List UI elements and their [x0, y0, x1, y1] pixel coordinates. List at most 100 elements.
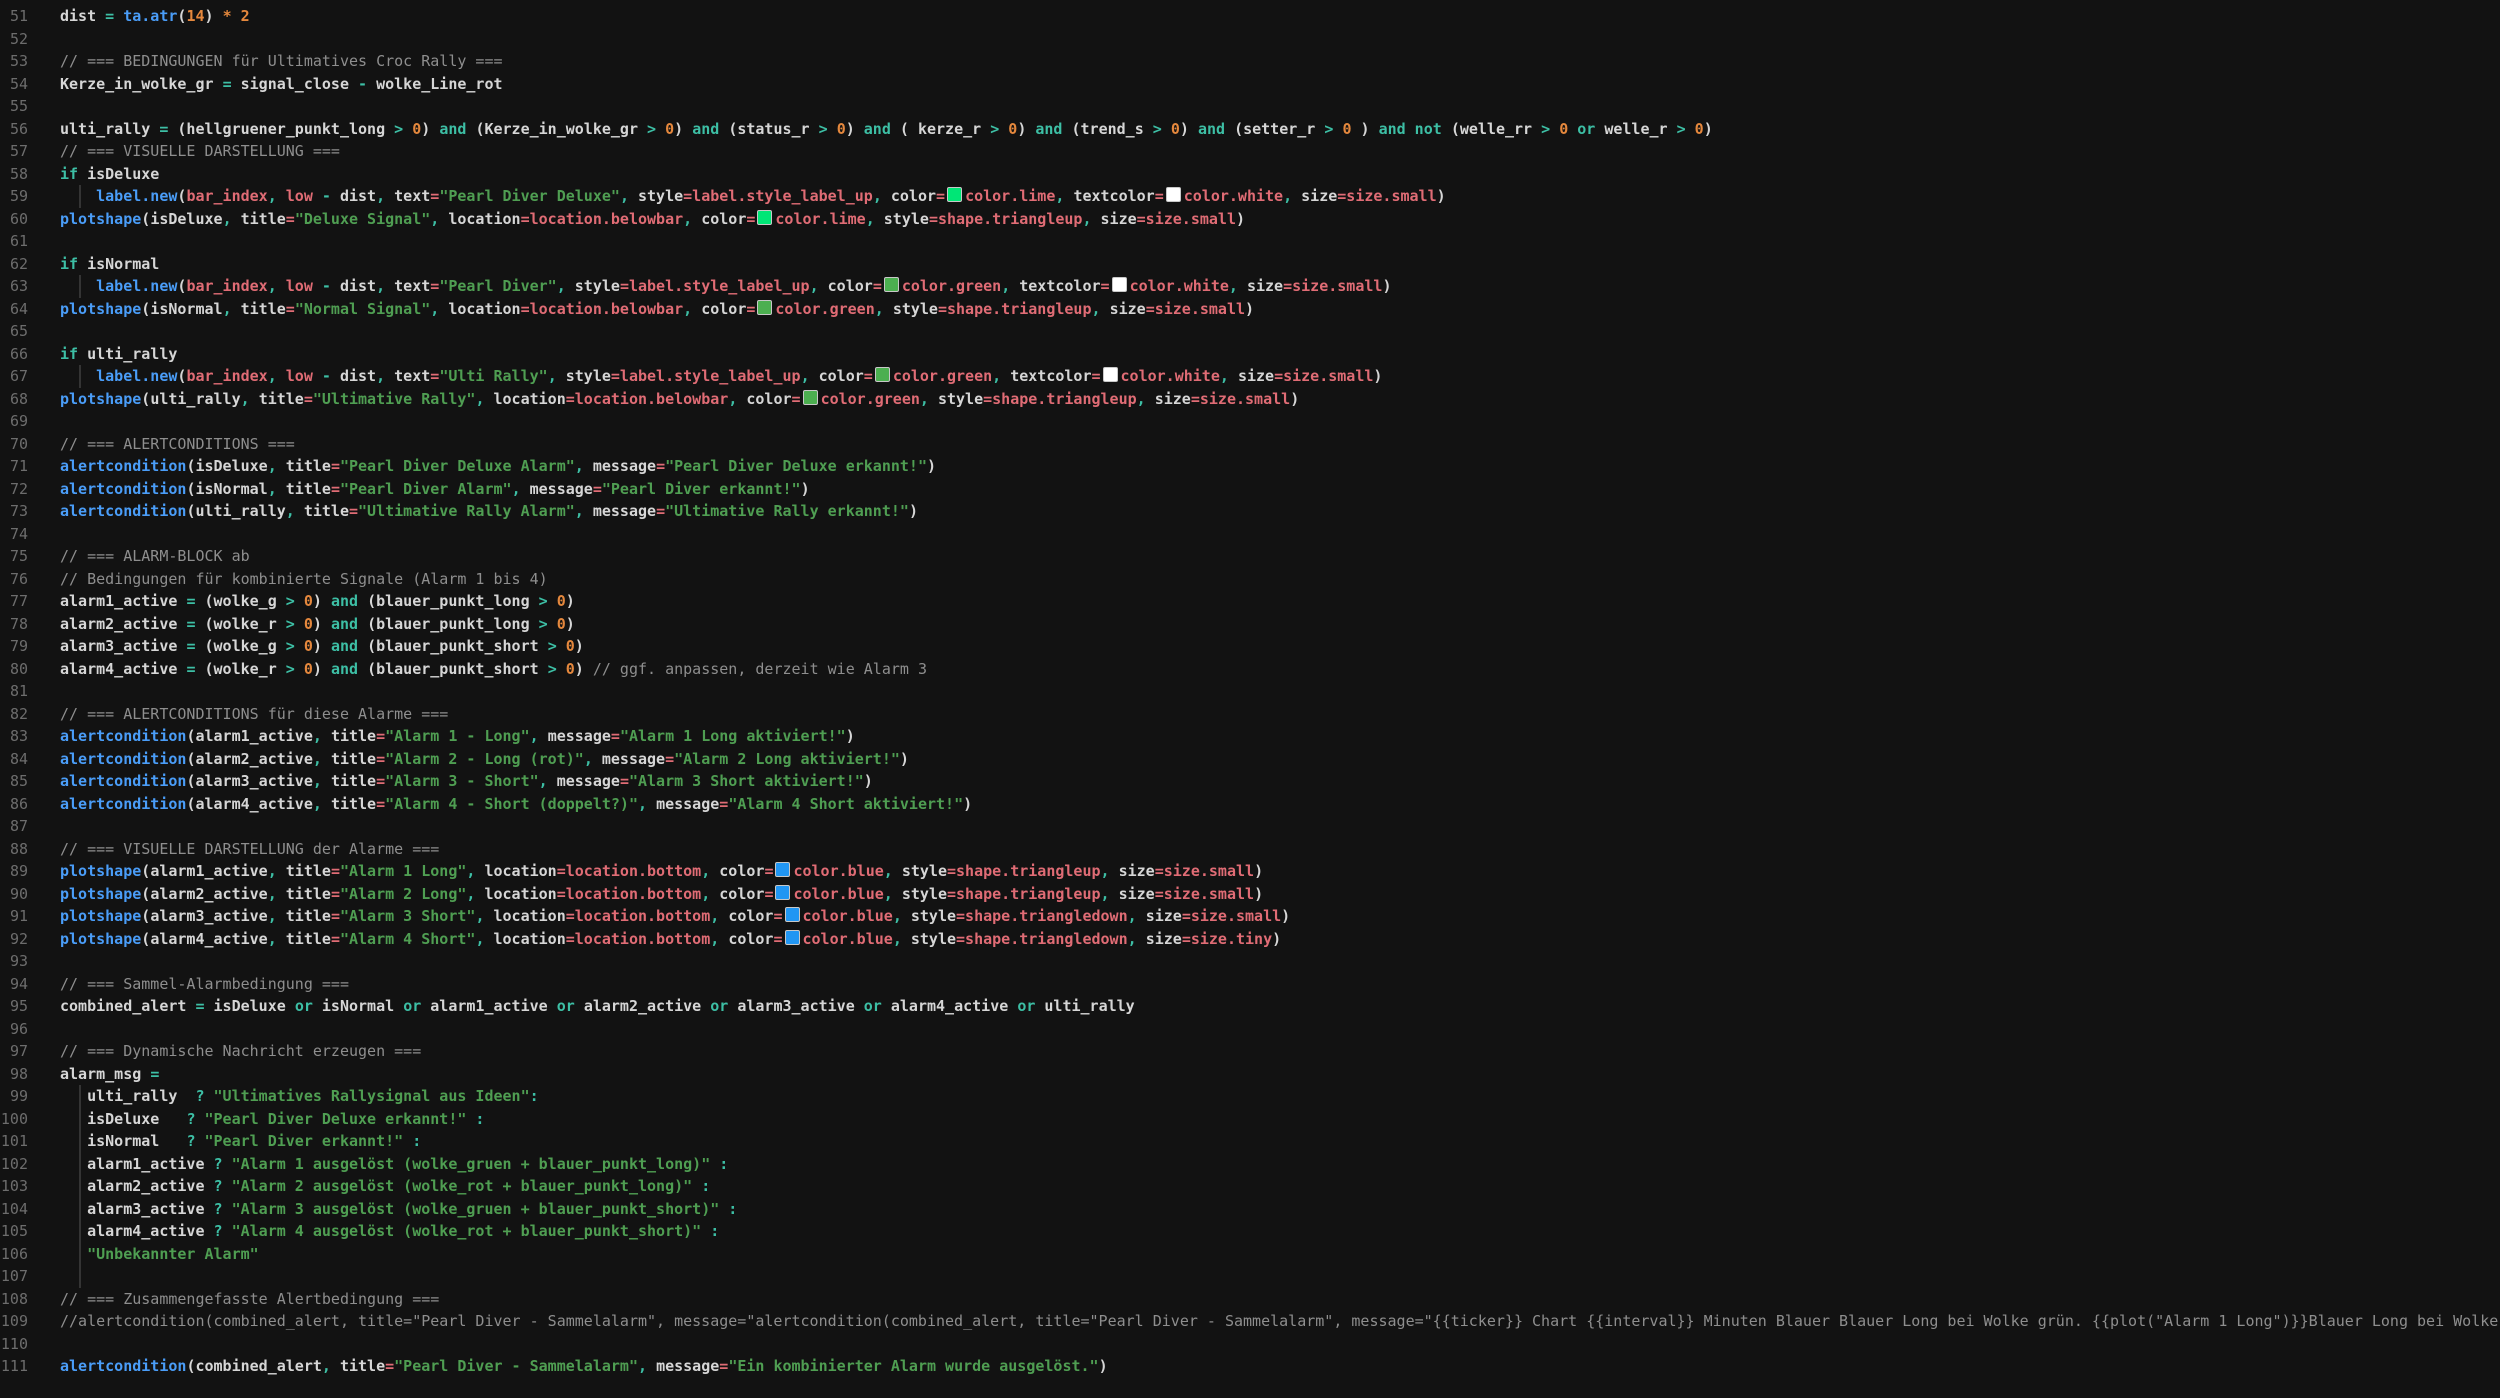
- code-line[interactable]: 77alarm1_active = (wolke_g > 0) and (bla…: [0, 590, 2500, 613]
- code-token: ,: [620, 187, 638, 205]
- code-line[interactable]: 56ulti_rally = (hellgruener_punkt_long >…: [0, 118, 2500, 141]
- code-line[interactable]: 69: [0, 410, 2500, 433]
- code-token: title: [286, 907, 331, 925]
- line-number: 108: [0, 1288, 28, 1311]
- code-line[interactable]: 87: [0, 815, 2500, 838]
- code-line[interactable]: 93: [0, 950, 2500, 973]
- code-line[interactable]: 60plotshape(isDeluxe, title="Deluxe Sign…: [0, 208, 2500, 231]
- code-token: ): [909, 502, 918, 520]
- code-line[interactable]: 104 alarm3_active ? "Alarm 3 ausgelöst (…: [0, 1198, 2500, 1221]
- color-swatch-white[interactable]: [1112, 277, 1127, 292]
- code-line[interactable]: 58if isDeluxe: [0, 163, 2500, 186]
- code-line[interactable]: 102 alarm1_active ? "Alarm 1 ausgelöst (…: [0, 1153, 2500, 1176]
- code-token: ): [846, 727, 855, 745]
- pine-script-editor[interactable]: 51dist = ta.atr(14) * 25253// === BEDING…: [0, 0, 2500, 1378]
- color-swatch-blue[interactable]: [785, 930, 800, 945]
- code-line[interactable]: 84alertcondition(alarm2_active, title="A…: [0, 748, 2500, 771]
- code-line[interactable]: 101 isNormal ? "Pearl Diver erkannt!" :: [0, 1130, 2500, 1153]
- code-line[interactable]: 95combined_alert = isDeluxe or isNormal …: [0, 995, 2500, 1018]
- code-token: >: [548, 660, 566, 678]
- color-swatch-green[interactable]: [803, 390, 818, 405]
- code-line[interactable]: 110: [0, 1333, 2500, 1356]
- color-swatch-white[interactable]: [1103, 367, 1118, 382]
- code-token: if: [60, 345, 87, 363]
- code-line[interactable]: 59 label.new(bar_index, low - dist, text…: [0, 185, 2500, 208]
- code-line[interactable]: 97// === Dynamische Nachricht erzeugen =…: [0, 1040, 2500, 1063]
- code-line[interactable]: 74: [0, 523, 2500, 546]
- code-token: =: [304, 390, 313, 408]
- color-swatch-lime[interactable]: [757, 210, 772, 225]
- code-token: >: [819, 120, 837, 138]
- code-token: style: [938, 390, 983, 408]
- code-line[interactable]: 57// === VISUELLE DARSTELLUNG ===: [0, 140, 2500, 163]
- color-swatch-white[interactable]: [1166, 187, 1181, 202]
- code-line[interactable]: 65: [0, 320, 2500, 343]
- code-token: textcolor: [1019, 277, 1100, 295]
- code-line[interactable]: 85alertcondition(alarm3_active, title="A…: [0, 770, 2500, 793]
- code-line[interactable]: 71alertcondition(isDeluxe, title="Pearl …: [0, 455, 2500, 478]
- code-line[interactable]: 70// === ALERTCONDITIONS ===: [0, 433, 2500, 456]
- code-line[interactable]: 53// === BEDINGUNGEN für Ultimatives Cro…: [0, 50, 2500, 73]
- code-line[interactable]: 99 ulti_rally ? "Ultimatives Rallysignal…: [0, 1085, 2500, 1108]
- color-swatch-blue[interactable]: [785, 907, 800, 922]
- code-line[interactable]: 51dist = ta.atr(14) * 2: [0, 5, 2500, 28]
- code-line[interactable]: 54Kerze_in_wolke_gr = signal_close - wol…: [0, 73, 2500, 96]
- code-line[interactable]: 67 label.new(bar_index, low - dist, text…: [0, 365, 2500, 388]
- code-line[interactable]: 75// === ALARM-BLOCK ab: [0, 545, 2500, 568]
- code-line[interactable]: 80alarm4_active = (wolke_r > 0) and (bla…: [0, 658, 2500, 681]
- code-line[interactable]: 108// === Zusammengefasste Alertbedingun…: [0, 1288, 2500, 1311]
- code-line[interactable]: 90plotshape(alarm2_active, title="Alarm …: [0, 883, 2500, 906]
- code-line[interactable]: 62if isNormal: [0, 253, 2500, 276]
- code-line[interactable]: 103 alarm2_active ? "Alarm 2 ausgelöst (…: [0, 1175, 2500, 1198]
- code-line[interactable]: 92plotshape(alarm4_active, title="Alarm …: [0, 928, 2500, 951]
- code-line[interactable]: 109//alertcondition(combined_alert, titl…: [0, 1310, 2500, 1333]
- color-swatch-blue[interactable]: [775, 862, 790, 877]
- code-token: alarm3_active: [60, 1200, 214, 1218]
- code-line[interactable]: 63 label.new(bar_index, low - dist, text…: [0, 275, 2500, 298]
- code-token: =: [186, 615, 204, 633]
- line-number: 107: [0, 1265, 28, 1288]
- code-line[interactable]: 61: [0, 230, 2500, 253]
- code-line[interactable]: 79alarm3_active = (wolke_g > 0) and (bla…: [0, 635, 2500, 658]
- code-line[interactable]: 89plotshape(alarm1_active, title="Alarm …: [0, 860, 2500, 883]
- code-line[interactable]: 83alertcondition(alarm1_active, title="A…: [0, 725, 2500, 748]
- code-line[interactable]: 55: [0, 95, 2500, 118]
- code-token: dist: [60, 7, 105, 25]
- code-line[interactable]: 107: [0, 1265, 2500, 1288]
- code-token: alertcondition: [60, 795, 186, 813]
- code-token: =location.bottom: [566, 907, 711, 925]
- code-area[interactable]: 51dist = ta.atr(14) * 25253// === BEDING…: [0, 5, 2500, 1378]
- code-token: "Alarm 2 Long aktiviert!": [674, 750, 900, 768]
- code-line[interactable]: 73alertcondition(ulti_rally, title="Ulti…: [0, 500, 2500, 523]
- color-swatch-blue[interactable]: [775, 885, 790, 900]
- code-token: combined_alert: [60, 997, 195, 1015]
- code-line[interactable]: 105 alarm4_active ? "Alarm 4 ausgelöst (…: [0, 1220, 2500, 1243]
- code-line[interactable]: 98alarm_msg =: [0, 1063, 2500, 1086]
- code-line[interactable]: 76// Bedingungen für kombinierte Signale…: [0, 568, 2500, 591]
- code-line[interactable]: 86alertcondition(alarm4_active, title="A…: [0, 793, 2500, 816]
- code-line[interactable]: 96: [0, 1018, 2500, 1041]
- color-swatch-green[interactable]: [757, 300, 772, 315]
- color-swatch-green[interactable]: [875, 367, 890, 382]
- code-token: =: [385, 1357, 394, 1375]
- line-number: 102: [0, 1153, 28, 1176]
- code-line[interactable]: 81: [0, 680, 2500, 703]
- color-swatch-lime[interactable]: [947, 187, 962, 202]
- color-swatch-green[interactable]: [884, 277, 899, 292]
- code-token: alertcondition: [60, 772, 186, 790]
- code-line[interactable]: 91plotshape(alarm3_active, title="Alarm …: [0, 905, 2500, 928]
- code-line[interactable]: 64plotshape(isNormal, title="Normal Sign…: [0, 298, 2500, 321]
- code-line[interactable]: 94// === Sammel-Alarmbedingung ===: [0, 973, 2500, 996]
- code-line[interactable]: 78alarm2_active = (wolke_r > 0) and (bla…: [0, 613, 2500, 636]
- code-line[interactable]: 66if ulti_rally: [0, 343, 2500, 366]
- code-line[interactable]: 68plotshape(ulti_rally, title="Ultimativ…: [0, 388, 2500, 411]
- code-line[interactable]: 106 "Unbekannter Alarm": [0, 1243, 2500, 1266]
- code-line[interactable]: 72alertcondition(isNormal, title="Pearl …: [0, 478, 2500, 501]
- code-line[interactable]: 82// === ALERTCONDITIONS für diese Alarm…: [0, 703, 2500, 726]
- code-line[interactable]: 52: [0, 28, 2500, 51]
- code-token: // Bedingungen für kombinierte Signale (…: [60, 570, 548, 588]
- code-line[interactable]: 100 isDeluxe ? "Pearl Diver Deluxe erkan…: [0, 1108, 2500, 1131]
- code-line[interactable]: 88// === VISUELLE DARSTELLUNG der Alarme…: [0, 838, 2500, 861]
- code-token: "Pearl Diver Alarm": [340, 480, 512, 498]
- code-line[interactable]: 111alertcondition(combined_alert, title=…: [0, 1355, 2500, 1378]
